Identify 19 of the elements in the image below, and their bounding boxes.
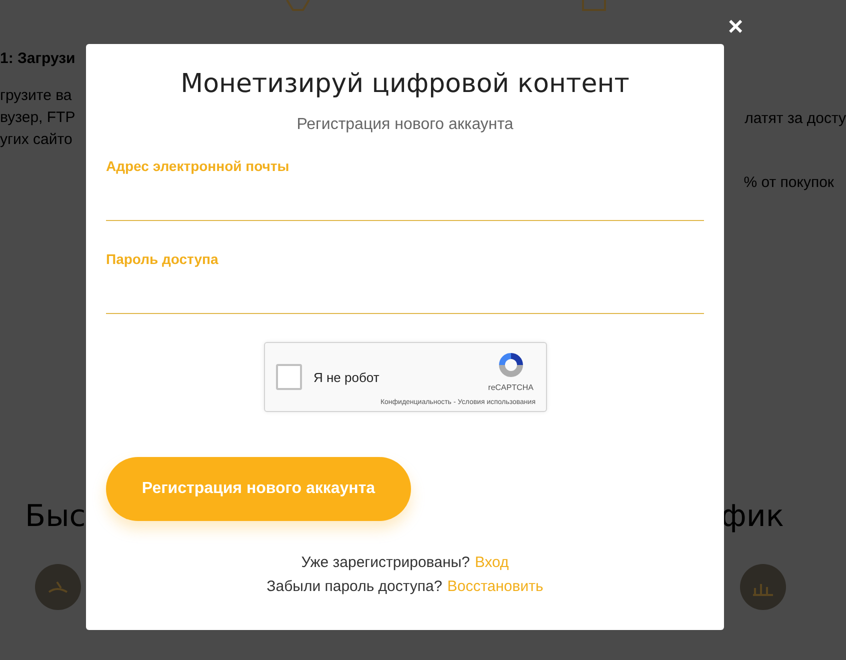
prompt-text: Забыли пароль доступа?	[266, 577, 442, 597]
step-heading: 1: Загрузи	[0, 50, 76, 67]
bar-chart-icon	[740, 564, 786, 610]
description-text: латят за досту	[744, 109, 846, 129]
captcha-checkbox[interactable]	[276, 364, 302, 390]
section-heading: Быс	[25, 499, 86, 534]
captcha-label: Я не робот	[314, 370, 380, 384]
dialog-title: Монетизируй цифровой контент	[180, 68, 630, 101]
field-label: Адрес электронной почты	[106, 158, 290, 174]
section-heading: фик	[720, 499, 784, 534]
dialog-subtitle: Регистрация нового аккаунта	[296, 116, 514, 134]
step-description: грузите ва	[0, 86, 73, 106]
description-text: % от покупок	[744, 173, 834, 193]
close-button[interactable]: ×	[728, 13, 744, 39]
captcha-brand: reCAPTCHA	[488, 383, 534, 392]
step-description: угих сайто	[0, 130, 74, 150]
prompt-text: Уже зарегистрированы?	[301, 553, 470, 573]
field-label: Пароль доступа	[106, 251, 218, 267]
step-description: вузер, FTP	[0, 108, 76, 128]
